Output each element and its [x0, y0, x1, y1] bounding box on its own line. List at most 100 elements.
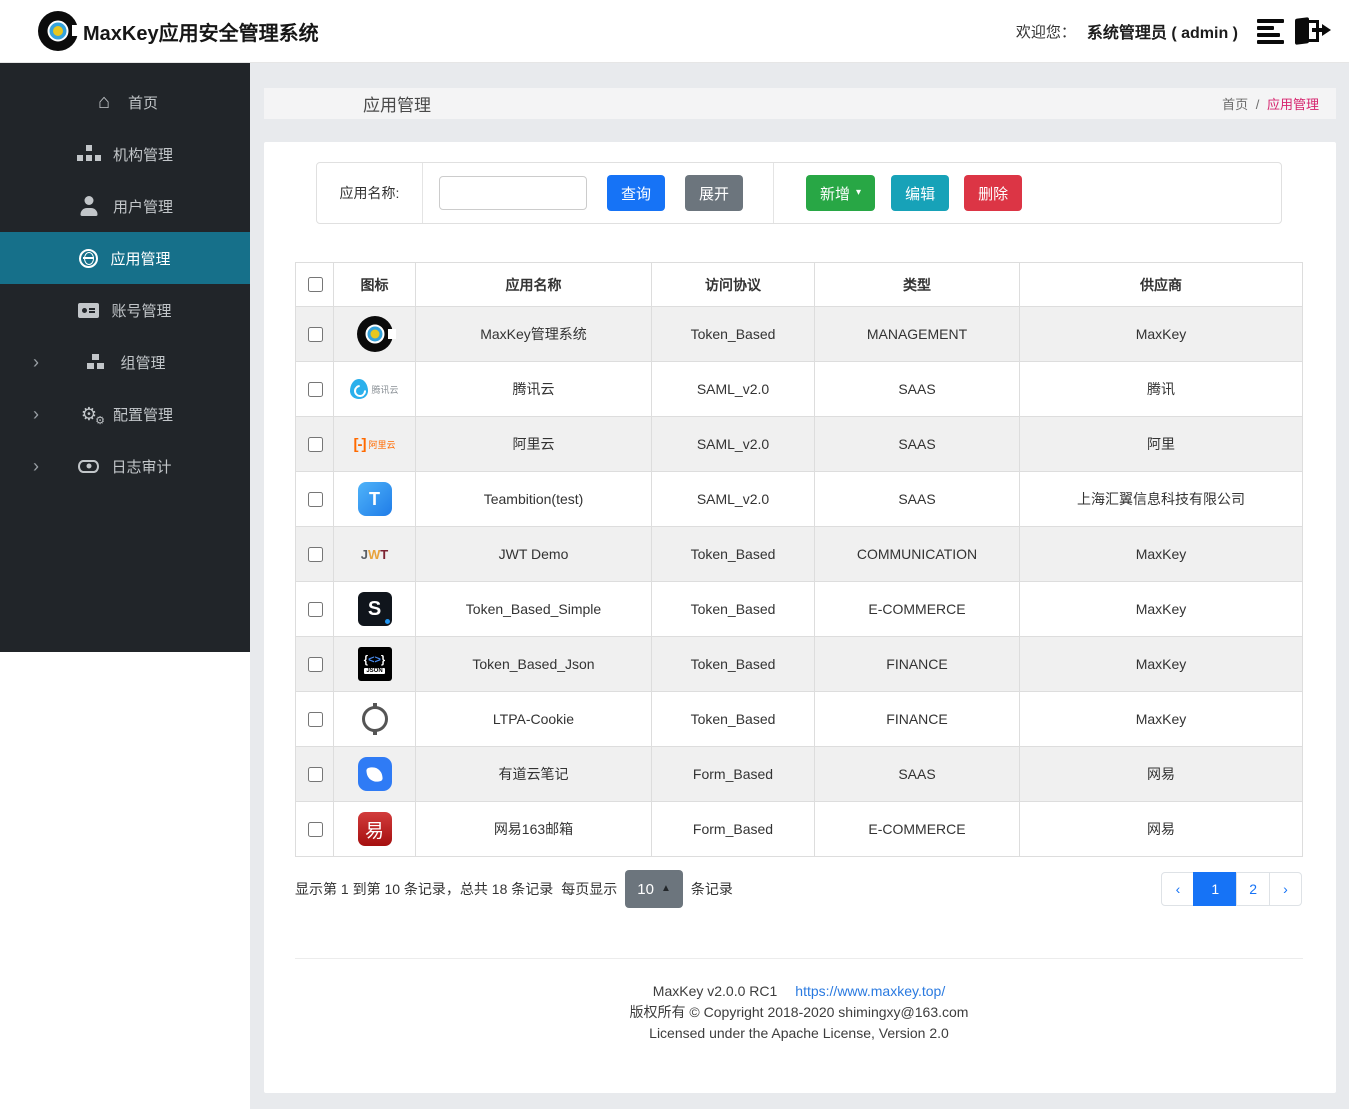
- jwt-app-icon: JWT: [361, 547, 388, 562]
- vendor-cell: MaxKey: [1020, 307, 1303, 362]
- sidebar-item-label: 机构管理: [113, 144, 173, 165]
- col-header-app-name: 应用名称: [416, 263, 652, 307]
- type-cell: E-COMMERCE: [815, 582, 1020, 637]
- table-row[interactable]: S Token_Based_Simple Token_Based E-COMME…: [296, 582, 1303, 637]
- record-summary: 显示第 1 到第 10 条记录，总共 18 条记录: [295, 879, 553, 899]
- app-title: MaxKey应用安全管理系统: [83, 17, 319, 46]
- vendor-cell: 腾讯: [1020, 362, 1303, 417]
- globe-icon: [79, 249, 98, 268]
- footer-divider: [295, 958, 1303, 959]
- sidebar-item-account[interactable]: 账号管理: [0, 284, 250, 336]
- table-row[interactable]: JWT JWT Demo Token_Based COMMUNICATION M…: [296, 527, 1303, 582]
- protocol-cell: Form_Based: [652, 747, 815, 802]
- app-name-input[interactable]: [439, 176, 587, 210]
- tencent-cloud-app-icon: 腾讯云: [350, 379, 398, 399]
- query-button[interactable]: 查询: [607, 175, 665, 211]
- sidebar-item-app[interactable]: 应用管理: [0, 232, 250, 284]
- sidebar-item-label: 账号管理: [111, 300, 171, 321]
- table-row[interactable]: MaxKey管理系统 Token_Based MANAGEMENT MaxKey: [296, 307, 1303, 362]
- menu-list-icon[interactable]: [1257, 19, 1284, 44]
- row-checkbox[interactable]: [308, 382, 323, 397]
- app-name-cell: JWT Demo: [416, 527, 652, 582]
- gears-icon: ⚙⚙: [77, 404, 101, 424]
- vendor-cell: 网易: [1020, 802, 1303, 857]
- row-checkbox[interactable]: [308, 712, 323, 727]
- cubes-icon: [84, 354, 108, 371]
- sidebar-item-label: 配置管理: [113, 404, 173, 425]
- logout-icon[interactable]: [1295, 16, 1331, 46]
- pagination-page-2[interactable]: 2: [1236, 872, 1270, 906]
- breadcrumb: 首页 / 应用管理: [1222, 94, 1319, 113]
- protocol-cell: SAML_v2.0: [652, 362, 815, 417]
- ltpa-app-icon: [362, 706, 388, 732]
- sidebar-item-user[interactable]: 用户管理: [0, 180, 250, 232]
- breadcrumb-home-link[interactable]: 首页: [1222, 97, 1248, 112]
- user-icon: [77, 196, 101, 216]
- delete-button[interactable]: 删除: [964, 175, 1022, 211]
- sidebar-item-home[interactable]: ⌂ 首页: [0, 76, 250, 128]
- chevron-right-icon: ›: [33, 405, 39, 423]
- add-button[interactable]: 新增 ▾: [806, 175, 875, 211]
- table-row[interactable]: 腾讯云 腾讯云 SAML_v2.0 SAAS 腾讯: [296, 362, 1303, 417]
- type-cell: FINANCE: [815, 637, 1020, 692]
- table-header-row: 图标 应用名称 访问协议 类型 供应商: [296, 263, 1303, 307]
- pagination-next[interactable]: ›: [1269, 872, 1302, 906]
- protocol-cell: Token_Based: [652, 527, 815, 582]
- footer-link[interactable]: https://www.maxkey.top/: [795, 983, 945, 999]
- sidebar-item-label: 用户管理: [113, 196, 173, 217]
- footer-version: MaxKey v2.0.0 RC1: [653, 983, 778, 999]
- add-button-label: 新增: [820, 183, 850, 204]
- table-row[interactable]: 有道云笔记 Form_Based SAAS 网易: [296, 747, 1303, 802]
- app-table-body: MaxKey管理系统 Token_Based MANAGEMENT MaxKey…: [296, 307, 1303, 857]
- col-header-vendor: 供应商: [1020, 263, 1303, 307]
- col-header-type: 类型: [815, 263, 1020, 307]
- row-checkbox[interactable]: [308, 657, 323, 672]
- vendor-cell: 阿里: [1020, 417, 1303, 472]
- sidebar-item-org[interactable]: 机构管理: [0, 128, 250, 180]
- expand-button[interactable]: 展开: [685, 175, 743, 211]
- footer-copyright: 版权所有 © Copyright 2018-2020 shimingxy@163…: [295, 1002, 1303, 1023]
- pagination: ‹12›: [1161, 872, 1302, 906]
- row-checkbox[interactable]: [308, 767, 323, 782]
- sidebar-item-label: 应用管理: [110, 248, 170, 269]
- row-checkbox[interactable]: [308, 492, 323, 507]
- protocol-cell: Token_Based: [652, 692, 815, 747]
- search-panel: 应用名称: 查询 展开 新增 ▾ 编辑 删除: [316, 162, 1282, 224]
- sidebar-item-config[interactable]: › ⚙⚙ 配置管理: [0, 388, 250, 440]
- app-name-cell: 腾讯云: [416, 362, 652, 417]
- select-all-checkbox[interactable]: [308, 277, 323, 292]
- table-row[interactable]: LTPA-Cookie Token_Based FINANCE MaxKey: [296, 692, 1303, 747]
- row-checkbox[interactable]: [308, 437, 323, 452]
- home-icon: ⌂: [92, 92, 116, 112]
- row-checkbox[interactable]: [308, 547, 323, 562]
- per-page-label: 每页显示: [561, 879, 617, 899]
- chevron-right-icon: ›: [33, 457, 39, 475]
- type-cell: SAAS: [815, 747, 1020, 802]
- content-card: 应用名称: 查询 展开 新增 ▾ 编辑 删除: [264, 142, 1336, 1093]
- row-checkbox[interactable]: [308, 327, 323, 342]
- table-footer: 显示第 1 到第 10 条记录，总共 18 条记录 每页显示 10 ▲ 条记录 …: [295, 857, 1302, 908]
- edit-button[interactable]: 编辑: [891, 175, 949, 211]
- type-cell: SAAS: [815, 472, 1020, 527]
- app-name-cell: Teambition(test): [416, 472, 652, 527]
- row-checkbox[interactable]: [308, 602, 323, 617]
- vendor-cell: 网易: [1020, 747, 1303, 802]
- table-row[interactable]: {<>}JSON Token_Based_Json Token_Based FI…: [296, 637, 1303, 692]
- table-row[interactable]: 易 网易163邮箱 Form_Based E-COMMERCE 网易: [296, 802, 1303, 857]
- table-row[interactable]: [-]阿里云 阿里云 SAML_v2.0 SAAS 阿里: [296, 417, 1303, 472]
- page-size-dropdown[interactable]: 10 ▲: [625, 870, 683, 908]
- aliyun-app-icon: [-]阿里云: [353, 436, 395, 453]
- row-checkbox[interactable]: [308, 822, 323, 837]
- pagination-page-1[interactable]: 1: [1193, 872, 1237, 906]
- footer-license: Licensed under the Apache License, Versi…: [295, 1023, 1303, 1044]
- breadcrumb-current[interactable]: 应用管理: [1267, 97, 1319, 112]
- table-row[interactable]: T Teambition(test) SAML_v2.0 SAAS 上海汇翼信息…: [296, 472, 1303, 527]
- type-cell: E-COMMERCE: [815, 802, 1020, 857]
- pagination-prev[interactable]: ‹: [1161, 872, 1194, 906]
- sidebar-item-audit[interactable]: ›日志审计: [0, 440, 250, 492]
- brand: MaxKey应用安全管理系统: [38, 11, 319, 51]
- type-cell: COMMUNICATION: [815, 527, 1020, 582]
- protocol-cell: Token_Based: [652, 637, 815, 692]
- sidebar-item-group[interactable]: ›组管理: [0, 336, 250, 388]
- sidebar-item-label: 首页: [128, 92, 158, 113]
